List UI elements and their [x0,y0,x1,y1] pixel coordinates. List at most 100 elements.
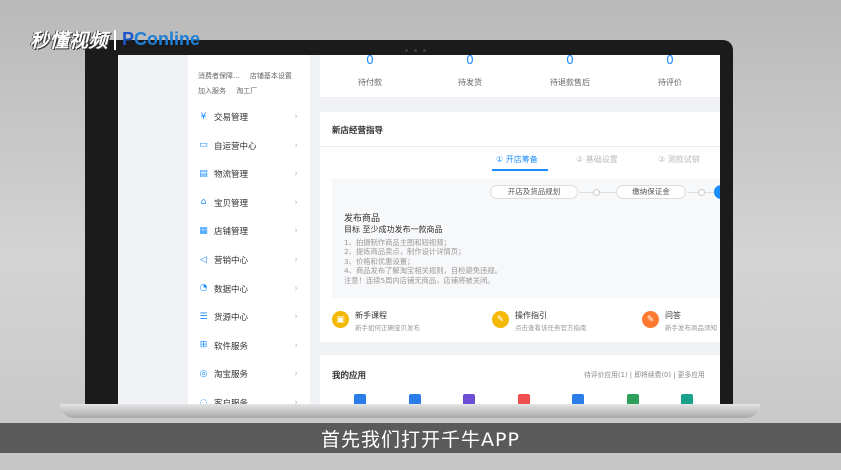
grid-icon: ⊞ [199,340,208,351]
truck-icon: ▤ [199,168,208,179]
sidebar-item-label: 软件服务 [214,341,249,352]
my-apps-title: 我的应用 [332,371,367,381]
qa-icon: ✎ [642,311,659,328]
help-action[interactable]: ▣ 新手课程 新手如何正确宝贝发布 [332,311,420,332]
app-icon[interactable] [408,394,421,404]
sidebar-item[interactable]: ⌂ 宝贝管理 › [188,189,310,217]
webcam [405,49,426,52]
chevron-right-icon: › [294,340,298,351]
chevron-right-icon: › [294,169,298,180]
sidebar-item[interactable]: ☰ 货源中心 › [188,303,310,331]
sidebar-item[interactable]: ◔ 数据中心 › [188,275,310,303]
tab-store-prep[interactable]: ① 开店筹备 [496,154,538,165]
store-icon: ▦ [199,225,208,236]
stat-label: 待付款 [358,78,382,87]
order-stat[interactable]: 0 待发货 [420,55,520,88]
app-icon[interactable] [354,394,366,404]
stat-count: 0 [566,55,574,67]
stat-count: 0 [466,55,474,67]
help-action[interactable]: ✎ 操作指引 点击查看该任务官方指南 [492,311,587,332]
sidebar-item[interactable]: ⊞ 软件服务 › [188,332,310,360]
action-title: 问答 [665,311,681,320]
app-icon[interactable] [517,394,530,404]
brand-logo: PConline [122,29,201,49]
headset-icon: ◌ [199,397,208,404]
sidebar-item-label: 店铺管理 [214,227,249,238]
order-stat[interactable]: 0 待评价 [620,55,720,88]
channel-watermark: 秒懂视频 [30,30,109,52]
sidebar-item[interactable]: ¥ 交易管理 › [188,103,310,131]
help-actions-row: ▣ 新手课程 新手如何正确宝贝发布 ✎ 操作指引 点击查看该任务官方指南 ✎ 问答新手发布商品… [320,303,720,341]
sidebar-item[interactable]: ◎ 淘宝服务 › [188,360,310,388]
sidebar-item[interactable]: ▭ 自运营中心 › [188,132,310,160]
task-target: 目标 至少成功发布一款商品 [344,225,443,234]
progress-dot [593,189,600,196]
sidebar-quick-links-row: 消费者保障... 店铺基本设置 [198,71,300,81]
app-icon[interactable] [572,394,584,404]
chevron-right-icon: › [294,112,298,122]
step-pill-planning[interactable]: 开店及货品规划 [490,185,578,199]
sidebar-item-label: 宝贝管理 [214,198,249,209]
task-step: 1、拍摄制作商品主图和短视频； [344,238,451,247]
stat-label: 待退款售后 [550,78,590,87]
my-apps-card: 我的应用 待评价应用(1) | 即将续费(0) | 更多应用 [320,355,720,404]
stat-count: 0 [666,55,674,67]
sidebar-item-label: 货源中心 [214,313,249,324]
laptop-base [60,404,760,418]
watermark-divider [114,29,117,50]
chevron-right-icon: › [294,226,298,237]
subtitle-bar: 首先我们打开千牛APP [0,423,841,453]
app-icon[interactable] [463,394,475,404]
order-stat[interactable]: 0 待退款售后 [520,55,620,88]
task-warning: 注意！连续5周内店铺无商品，店铺将被关闭。 [344,275,495,285]
quick-link[interactable]: 淘工厂 [236,87,257,95]
bag-icon: ⌂ [200,197,207,208]
stat-label: 待评价 [658,78,682,87]
active-tab-indicator [492,169,548,171]
service-icon: ◎ [199,368,208,379]
my-apps-links[interactable]: 待评价应用(1) | 即将续费(0) | 更多应用 [584,369,705,379]
video-watermark: 秒懂视频 PConline [30,26,200,53]
tab-product-testing[interactable]: ③ 测款试销 [658,154,700,165]
list-icon: ☰ [199,311,208,322]
sidebar-item[interactable]: ▤ 物流管理 › [188,160,310,188]
sidebar-item-label: 淘宝服务 [214,370,249,381]
chevron-right-icon: › [294,197,298,208]
step-pill-current[interactable] [714,185,720,199]
subtitle-text: 首先我们打开千牛APP [321,428,520,451]
help-action[interactable]: ✎ 问答新手发布商品须知 [642,311,717,332]
quick-link[interactable]: 店铺基本设置 [250,72,292,80]
chevron-right-icon: › [294,398,298,404]
action-subtitle: 新手发布商品须知 [665,324,717,332]
progress-dot [698,189,705,196]
quick-link[interactable]: 消费者保障... [198,72,240,80]
transaction-icon: ¥ [200,111,207,122]
laptop-screen: 消费者保障... 店铺基本设置 加入服务 淘工厂 ¥ 交易管理 › ▭ 自运营中心 › ▤ 物… [118,55,720,404]
action-title: 操作指引 [515,311,547,320]
sidebar-item[interactable]: ▦ 店铺管理 › [188,217,310,245]
chat-icon: ▭ [199,140,208,151]
task-steps: 1、拍摄制作商品主图和短视频； 2、提炼商品卖点，制作设计详情页； 3、价格和优… [344,238,502,285]
sidebar-quick-links-row: 加入服务 淘工厂 [198,86,265,96]
sidebar-item-label: 客户服务 [214,399,249,404]
chevron-right-icon: › [294,255,298,265]
task-step: 3、价格和优惠设置； [344,256,415,266]
chart-icon: ◔ [199,283,208,294]
task-step: 4、商品发布了解淘宝相关规则，自检避免违规。 [344,266,502,276]
app-icon[interactable] [681,394,693,404]
order-stat[interactable]: 0 待付款 [320,55,420,88]
stat-label: 待发货 [458,78,482,87]
course-icon: ▣ [332,311,349,328]
sidebar-item[interactable]: ◁ 营销中心 › [188,246,310,274]
sidebar-item-label: 自运营中心 [214,141,257,152]
sidebar-item[interactable]: ◌ 客户服务 › [188,389,310,404]
chevron-right-icon: › [294,140,298,151]
step-pill-deposit[interactable]: 缴纳保证金 [616,185,686,199]
sidebar-item-label: 物流管理 [214,170,249,181]
app-icon[interactable] [626,394,639,404]
sidebar-item-label: 营销中心 [214,256,249,266]
stat-count: 0 [366,55,374,67]
task-step: 2、提炼商品卖点，制作设计详情页； [344,247,466,257]
tab-basic-settings[interactable]: ② 基础设置 [576,154,618,165]
quick-link[interactable]: 加入服务 [198,87,226,95]
